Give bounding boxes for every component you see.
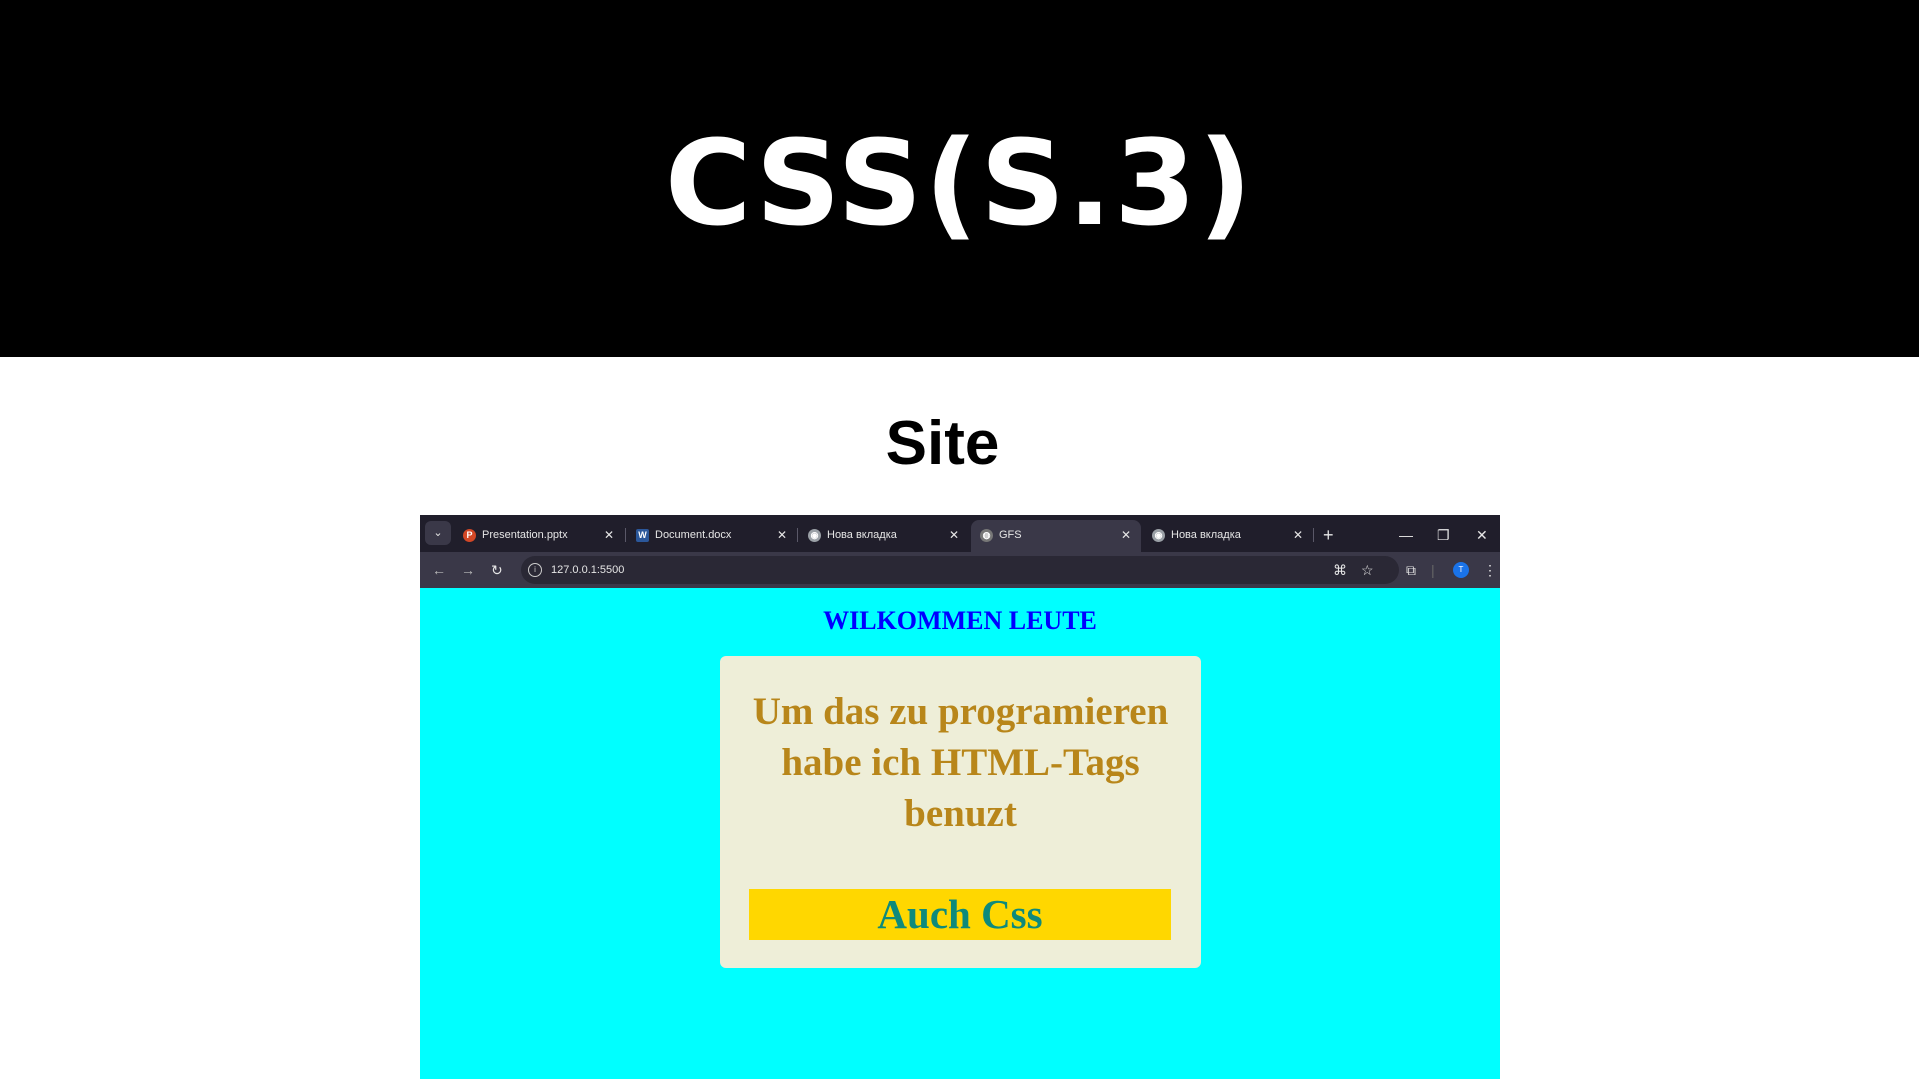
browser-toolbar: ← → ↻ i 127.0.0.1:5500 ⌘ ☆ ⧉ | T ⋮ — [420, 552, 1500, 588]
tab-label: Нова вкладка — [827, 529, 897, 541]
highlight-box: Auch Css — [749, 889, 1171, 940]
powerpoint-icon: P — [463, 529, 476, 542]
tab-divider — [1313, 528, 1314, 542]
site-info-icon[interactable]: i — [528, 563, 542, 577]
restore-icon[interactable]: ❐ — [1437, 520, 1450, 550]
browser-window: ⌄ P Presentation.pptx ✕ W Document.docx … — [420, 515, 1500, 1079]
menu-kebab-icon[interactable]: ⋮ — [1483, 552, 1497, 588]
tab-new-tab[interactable]: ◉ Нова вкладка ✕ — [1143, 520, 1313, 552]
tab-search-dropdown-icon[interactable]: ⌄ — [425, 521, 451, 545]
tab-divider — [625, 528, 626, 542]
tab-label: Document.docx — [655, 529, 732, 541]
window-close-icon[interactable]: ✕ — [1476, 520, 1488, 550]
forward-arrow-icon[interactable]: → — [461, 552, 475, 588]
tab-divider — [797, 528, 798, 542]
toolbar-divider: | — [1431, 562, 1435, 578]
minimize-icon[interactable]: — — [1399, 520, 1413, 550]
slide-header: CSS(S.3) — [0, 0, 1919, 357]
reload-icon[interactable]: ↻ — [491, 552, 503, 588]
tab-new-tab[interactable]: ◉ Нова вкладка ✕ — [799, 520, 969, 552]
close-icon[interactable]: ✕ — [949, 520, 959, 550]
card-text: Um das zu programieren habe ich HTML-Tag… — [752, 690, 1169, 835]
tab-label: GFS — [999, 529, 1022, 541]
globe-icon: ◍ — [980, 529, 993, 542]
tab-label: Нова вкладка — [1171, 529, 1241, 541]
new-tab-plus-icon[interactable]: + — [1323, 520, 1334, 550]
translate-icon[interactable]: ⌘ — [1333, 552, 1347, 588]
bookmark-star-icon[interactable]: ☆ — [1361, 552, 1374, 588]
close-icon[interactable]: ✕ — [1121, 520, 1131, 550]
back-arrow-icon[interactable]: ← — [432, 552, 446, 588]
tab-document[interactable]: W Document.docx ✕ — [627, 520, 797, 552]
address-bar[interactable]: i 127.0.0.1:5500 ⌘ ☆ — [521, 556, 1399, 584]
close-icon[interactable]: ✕ — [1293, 520, 1303, 550]
address-url: 127.0.0.1:5500 — [551, 564, 625, 576]
content-card: Um das zu programieren habe ich HTML-Tag… — [720, 656, 1201, 968]
chrome-icon: ◉ — [808, 529, 821, 542]
tab-bar: ⌄ P Presentation.pptx ✕ W Document.docx … — [420, 515, 1500, 552]
tab-presentation[interactable]: P Presentation.pptx ✕ — [454, 520, 624, 552]
profile-avatar[interactable]: T — [1453, 562, 1469, 578]
word-icon: W — [636, 529, 649, 542]
tab-label: Presentation.pptx — [482, 529, 568, 541]
page-heading: WILKOMMEN LEUTE — [823, 606, 1097, 635]
slide-subtitle: Site — [885, 409, 1000, 478]
tab-gfs[interactable]: ◍ GFS ✕ — [971, 520, 1141, 552]
close-icon[interactable]: ✕ — [604, 520, 614, 550]
chrome-icon: ◉ — [1152, 529, 1165, 542]
slide-title: CSS(S.3) — [664, 114, 1255, 252]
extensions-icon[interactable]: ⧉ — [1406, 552, 1416, 588]
close-icon[interactable]: ✕ — [777, 520, 787, 550]
